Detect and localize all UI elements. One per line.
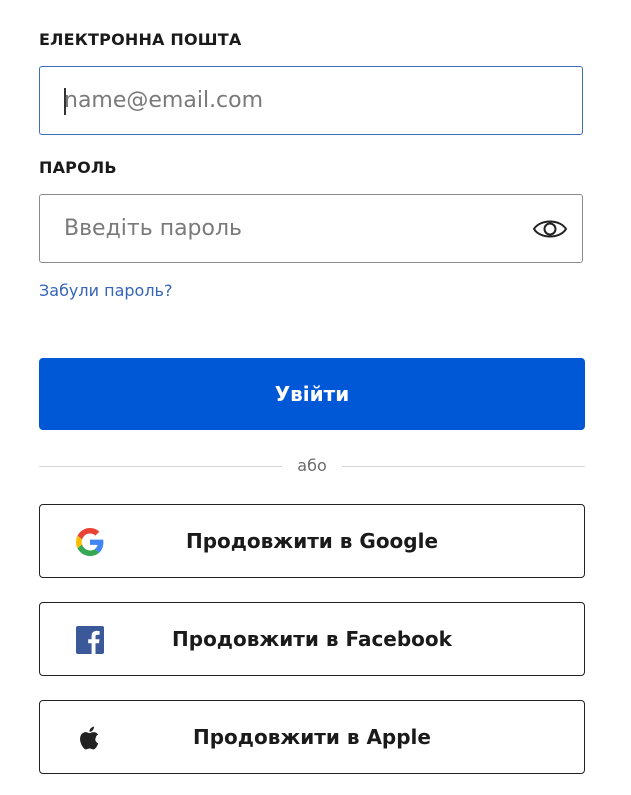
text-caret xyxy=(64,88,66,115)
password-field-wrapper xyxy=(39,194,583,263)
facebook-login-label: Продовжити в Facebook xyxy=(172,627,452,651)
google-login-button[interactable]: Продовжити в Google xyxy=(39,504,585,578)
login-button[interactable]: Увійти xyxy=(39,358,585,430)
email-input[interactable] xyxy=(64,67,534,134)
apple-login-label: Продовжити в Apple xyxy=(193,725,431,749)
facebook-login-button[interactable]: Продовжити в Facebook xyxy=(39,602,585,676)
apple-login-button[interactable]: Продовжити в Apple xyxy=(39,700,585,774)
email-label: ЕЛЕКТРОННА ПОШТА xyxy=(39,30,242,49)
password-label: ПАРОЛЬ xyxy=(39,158,117,177)
divider-line-left xyxy=(39,466,282,467)
eye-icon[interactable] xyxy=(532,214,568,244)
forgot-password-link[interactable]: Забули пароль? xyxy=(39,281,172,300)
divider-line-right xyxy=(342,466,585,467)
password-input[interactable] xyxy=(64,195,534,262)
divider-text: або xyxy=(297,456,327,475)
login-form: ЕЛЕКТРОННА ПОШТА ПАРОЛЬ Забули пароль? У… xyxy=(0,0,631,795)
google-login-label: Продовжити в Google xyxy=(185,529,439,553)
email-field-wrapper xyxy=(39,66,583,135)
